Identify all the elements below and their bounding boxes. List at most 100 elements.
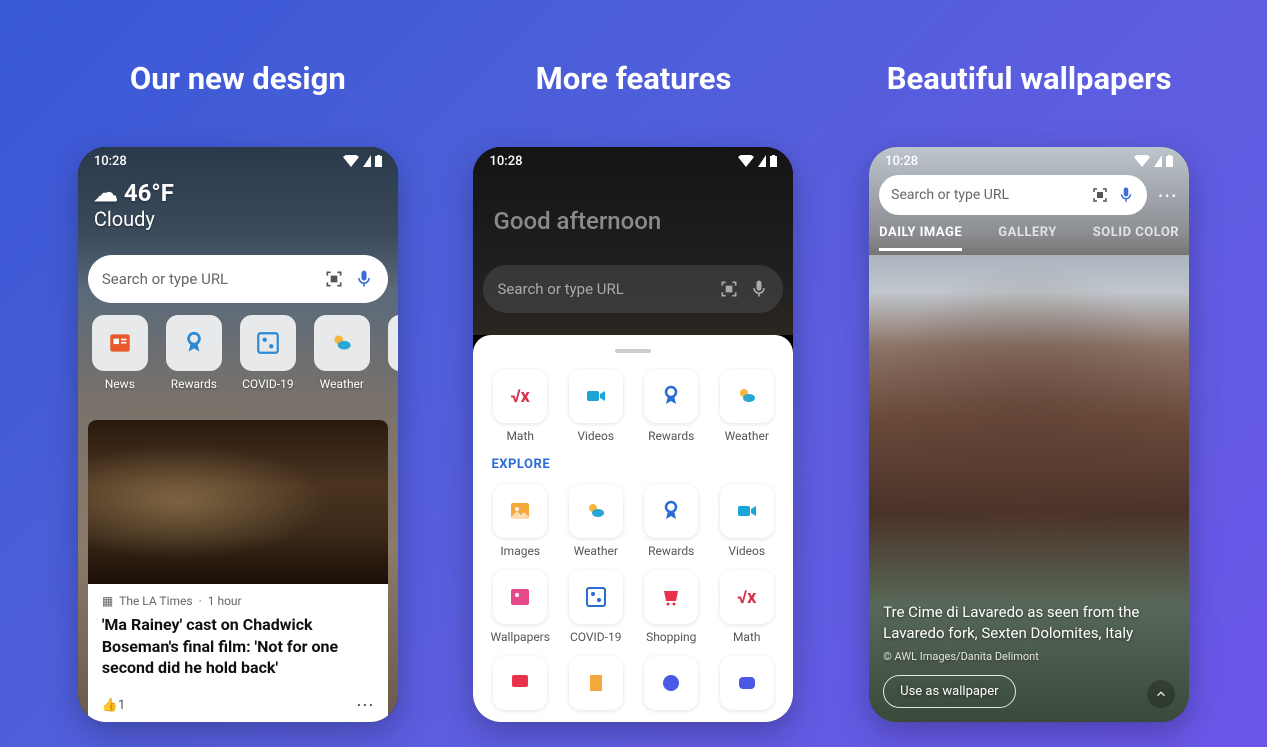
greeting-text: Good afternoon bbox=[493, 207, 661, 235]
tile-weather2[interactable]: Weather bbox=[563, 484, 629, 558]
weather-icon bbox=[329, 330, 355, 356]
partial-icon bbox=[659, 671, 683, 695]
tile-rewards[interactable]: Rewards bbox=[162, 315, 226, 391]
shopping-icon bbox=[659, 585, 683, 609]
weather-icon bbox=[735, 384, 759, 408]
news-meta: ▦ The LA Times · 1 hour bbox=[102, 594, 374, 608]
tile-partial-4[interactable] bbox=[714, 656, 780, 710]
wallpaper-tabs: DAILY IMAGE GALLERY SOLID COLOR bbox=[879, 225, 1179, 251]
panel-more-features: More features 10:28 Good afternoon Searc… bbox=[463, 60, 803, 747]
news-age: 1 hour bbox=[208, 594, 242, 608]
microphone-icon[interactable] bbox=[354, 269, 374, 289]
quick-tiles-row: News Rewards COVID-19 Weather S bbox=[88, 315, 398, 391]
news-image bbox=[88, 420, 388, 584]
videos-icon bbox=[735, 499, 759, 523]
tile-images[interactable]: Images bbox=[487, 484, 553, 558]
tile-label: News bbox=[105, 377, 135, 391]
wallpaper-credit: © AWL Images/Danita Delimont bbox=[883, 650, 1175, 663]
tile-covid2[interactable]: COVID-19 bbox=[563, 570, 629, 644]
partial-icon bbox=[508, 671, 532, 695]
phone-mockup-2: 10:28 Good afternoon Search or type URL … bbox=[473, 147, 793, 722]
search-placeholder: Search or type URL bbox=[102, 270, 314, 288]
top-bar: Search or type URL ⋯ bbox=[879, 175, 1179, 215]
tile-partial-2[interactable] bbox=[563, 656, 629, 710]
tile-wallpapers[interactable]: Wallpapers bbox=[487, 570, 553, 644]
search-bar[interactable]: Search or type URL bbox=[483, 265, 783, 313]
tile-covid[interactable]: COVID-19 bbox=[236, 315, 300, 391]
wallpaper-title: Tre Cime di Lavaredo as seen from the La… bbox=[883, 602, 1175, 644]
use-as-wallpaper-button[interactable]: Use as wallpaper bbox=[883, 675, 1015, 708]
tile-news[interactable]: News bbox=[88, 315, 152, 391]
weather-icon bbox=[584, 499, 608, 523]
scan-icon[interactable] bbox=[719, 279, 739, 299]
videos-icon bbox=[584, 384, 608, 408]
tab-gallery[interactable]: GALLERY bbox=[998, 225, 1057, 251]
cloud-icon: ☁ bbox=[94, 179, 118, 207]
signal-icon bbox=[758, 155, 766, 167]
tile-videos[interactable]: Videos bbox=[563, 369, 629, 443]
tile-math[interactable]: √xMath bbox=[487, 369, 553, 443]
search-bar[interactable]: Search or type URL bbox=[879, 175, 1147, 215]
more-icon[interactable]: ⋯ bbox=[1157, 183, 1179, 207]
covid-icon bbox=[584, 585, 608, 609]
wallpaper-info: Tre Cime di Lavaredo as seen from the La… bbox=[883, 602, 1175, 708]
battery-icon bbox=[1166, 155, 1173, 167]
search-placeholder: Search or type URL bbox=[891, 187, 1083, 203]
signal-icon bbox=[1154, 155, 1162, 167]
panel-wallpapers: Beautiful wallpapers 10:28 Search or typ… bbox=[859, 60, 1199, 747]
sheet-handle[interactable] bbox=[615, 349, 651, 353]
rewards-icon bbox=[659, 499, 683, 523]
covid-icon bbox=[255, 330, 281, 356]
tile-partial-3[interactable] bbox=[638, 656, 704, 710]
weather-condition: Cloudy bbox=[94, 207, 174, 231]
partial-icon bbox=[584, 671, 608, 695]
tile-rewards2[interactable]: Rewards bbox=[638, 484, 704, 558]
tab-daily-image[interactable]: DAILY IMAGE bbox=[879, 225, 962, 251]
math-icon: √x bbox=[511, 386, 530, 407]
search-placeholder: Search or type URL bbox=[497, 280, 709, 298]
wifi-icon bbox=[1134, 155, 1150, 167]
news-source: The LA Times bbox=[119, 594, 192, 608]
tile-label: Rewards bbox=[171, 377, 217, 391]
panel-title: More features bbox=[536, 60, 732, 97]
scan-icon[interactable] bbox=[1091, 186, 1109, 204]
tile-math2[interactable]: √xMath bbox=[714, 570, 780, 644]
weather-widget[interactable]: ☁ 46°F Cloudy bbox=[94, 179, 174, 231]
tile-partial[interactable]: S bbox=[384, 315, 398, 391]
status-icons bbox=[343, 155, 382, 167]
microphone-icon[interactable] bbox=[1117, 186, 1135, 204]
status-time: 10:28 bbox=[489, 154, 522, 169]
explore-heading: EXPLORE bbox=[491, 457, 775, 472]
microphone-icon[interactable] bbox=[749, 279, 769, 299]
tile-videos2[interactable]: Videos bbox=[714, 484, 780, 558]
chevron-up-icon[interactable] bbox=[1147, 680, 1175, 708]
features-sheet[interactable]: √xMath Videos Rewards Weather EXPLORE Im… bbox=[473, 335, 793, 722]
search-bar[interactable]: Search or type URL bbox=[88, 255, 388, 303]
tab-solid-color[interactable]: SOLID COLOR bbox=[1093, 225, 1179, 251]
wifi-icon bbox=[738, 155, 754, 167]
wallpapers-icon bbox=[508, 585, 532, 609]
tile-weather[interactable]: Weather bbox=[310, 315, 374, 391]
partial-icon bbox=[735, 671, 759, 695]
panel-title: Our new design bbox=[130, 60, 346, 97]
status-time: 10:28 bbox=[885, 154, 918, 169]
wallpaper-preview[interactable]: Tre Cime di Lavaredo as seen from the La… bbox=[869, 255, 1189, 722]
tile-partial-1[interactable] bbox=[487, 656, 553, 710]
rewards-icon bbox=[659, 384, 683, 408]
tile-weather[interactable]: Weather bbox=[714, 369, 780, 443]
more-icon[interactable]: ⋯ bbox=[356, 695, 374, 716]
phone-mockup-3: 10:28 Search or type URL ⋯ DAILY IMAGE G… bbox=[869, 147, 1189, 722]
tile-shopping[interactable]: Shopping bbox=[638, 570, 704, 644]
status-icons bbox=[738, 155, 777, 167]
news-reactions[interactable]: 👍1 bbox=[102, 698, 126, 713]
rewards-icon bbox=[181, 330, 207, 356]
phone-mockup-1: 10:28 ☁ 46°F Cloudy Search or type URL N… bbox=[78, 147, 398, 722]
signal-icon bbox=[363, 155, 371, 167]
math-icon: √x bbox=[737, 587, 756, 608]
tile-rewards[interactable]: Rewards bbox=[638, 369, 704, 443]
news-card[interactable]: ▦ The LA Times · 1 hour 'Ma Rainey' cast… bbox=[88, 420, 388, 722]
scan-icon[interactable] bbox=[324, 269, 344, 289]
panel-title: Beautiful wallpapers bbox=[887, 60, 1172, 97]
news-headline: 'Ma Rainey' cast on Chadwick Boseman's f… bbox=[102, 614, 374, 679]
news-icon bbox=[107, 330, 133, 356]
